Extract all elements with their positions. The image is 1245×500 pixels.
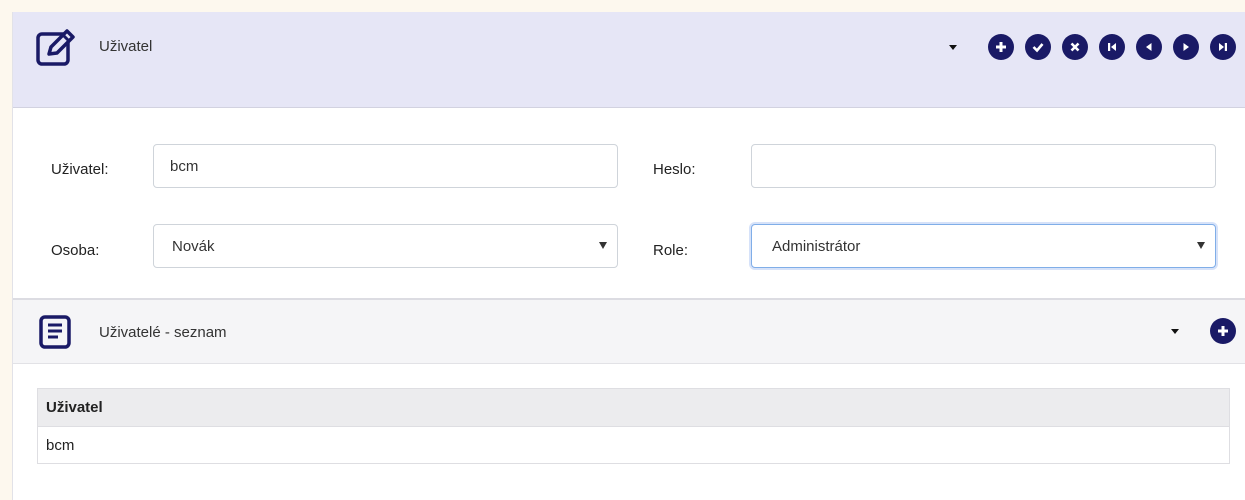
confirm-button[interactable] — [1025, 34, 1051, 60]
password-input[interactable] — [751, 144, 1216, 188]
first-record-button[interactable] — [1099, 34, 1125, 60]
add-button[interactable] — [988, 34, 1014, 60]
person-select[interactable]: Novák — [153, 224, 618, 268]
role-select-value: Administrátor — [772, 237, 861, 255]
close-icon — [1070, 42, 1080, 52]
edit-square-icon — [35, 26, 77, 73]
column-header-user[interactable]: Uživatel — [37, 388, 1230, 427]
check-icon — [1032, 43, 1044, 53]
next-record-button[interactable] — [1173, 34, 1199, 60]
add-user-button[interactable] — [1210, 318, 1236, 344]
panel-title: Uživatel — [99, 38, 153, 55]
previous-record-button[interactable] — [1136, 34, 1162, 60]
users-list: Uživatel bcm — [13, 364, 1245, 500]
dropdown-caret-icon[interactable] — [949, 44, 957, 50]
user-label: Uživatel: — [51, 161, 109, 178]
list-panel-title: Uživatelé - seznam — [99, 324, 227, 341]
role-label: Role: — [653, 242, 689, 259]
table-row[interactable]: bcm — [37, 426, 1230, 464]
user-input-value: bcm — [170, 157, 199, 175]
role-select[interactable]: Administrátor — [751, 224, 1216, 268]
skip-last-icon — [1219, 43, 1227, 51]
plus-icon — [996, 42, 1006, 52]
chevron-down-icon — [599, 242, 607, 249]
next-icon — [1183, 43, 1189, 51]
password-label: Heslo: — [653, 161, 696, 178]
last-record-button[interactable] — [1210, 34, 1236, 60]
chevron-down-icon — [1197, 242, 1205, 249]
main-frame: Uživatel Uživatel: bcm Heslo: Osoba: Nov… — [12, 12, 1245, 500]
plus-icon — [1218, 326, 1228, 336]
edit-panel-header: Uživatel — [13, 12, 1245, 108]
list-toolbar — [1171, 318, 1236, 344]
previous-icon — [1146, 43, 1152, 51]
list-document-icon — [37, 314, 73, 355]
dropdown-caret-icon[interactable] — [1171, 328, 1179, 334]
person-label: Osoba: — [51, 242, 100, 259]
list-panel-header: Uživatelé - seznam — [13, 298, 1245, 364]
person-select-value: Novák — [172, 237, 215, 255]
user-input[interactable]: bcm — [153, 144, 618, 188]
record-toolbar — [949, 34, 1236, 60]
users-table: Uživatel bcm — [37, 388, 1230, 464]
cancel-button[interactable] — [1062, 34, 1088, 60]
table-cell-user[interactable]: bcm — [37, 426, 1230, 464]
skip-first-icon — [1108, 43, 1116, 51]
table-header-row: Uživatel — [37, 388, 1230, 427]
user-form: Uživatel: bcm Heslo: Osoba: Novák Role: … — [13, 108, 1245, 298]
